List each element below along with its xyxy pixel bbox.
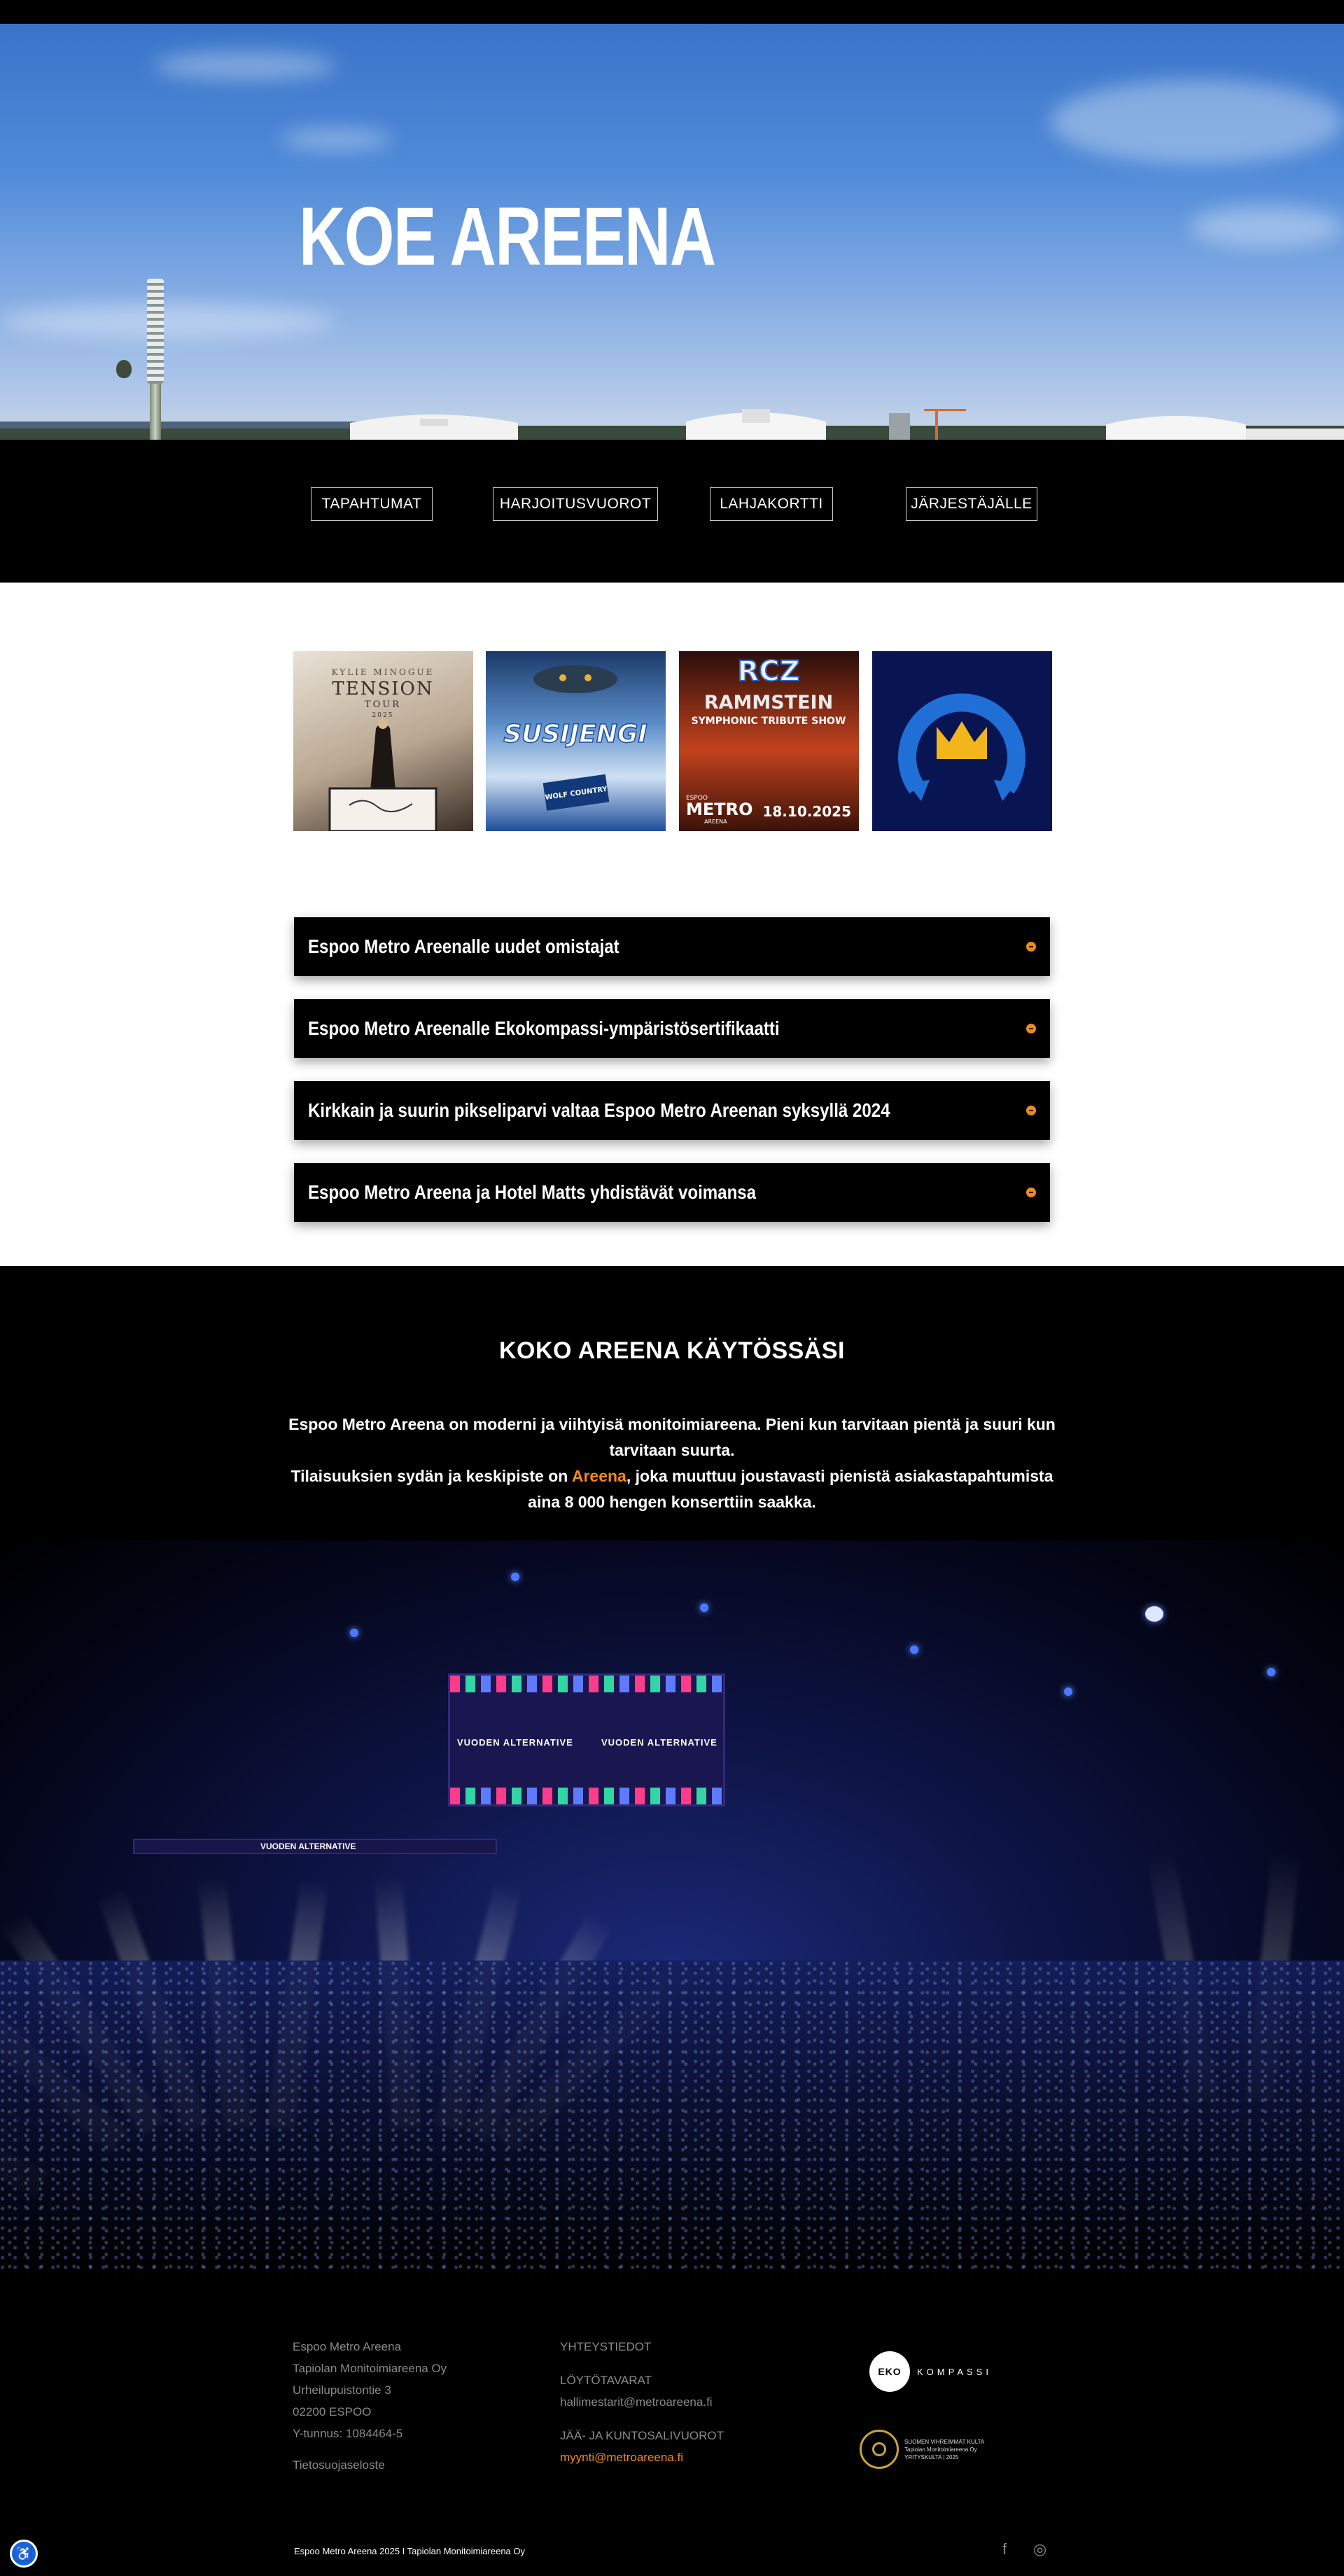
footer-address-line: Tapiolan Monitoimiareena Oy xyxy=(293,2362,447,2375)
stage-lamp xyxy=(1064,1687,1072,1696)
cloud xyxy=(1190,206,1344,248)
screen-label-right: VUODEN ALTERNATIVE xyxy=(601,1737,718,1748)
ice-heading: JÄÄ- JA KUNTOSALIVUOROT xyxy=(560,2429,724,2442)
gold-line: SUOMEN VIHREIMMÄT KULTA xyxy=(904,2438,985,2445)
cloud xyxy=(280,129,392,150)
expand-icon[interactable] xyxy=(1026,1024,1036,1033)
nav-button-jarjestajalle[interactable]: JÄRJESTÄJÄLLE xyxy=(906,487,1037,521)
instagram-icon[interactable]: ◎ xyxy=(1033,2540,1046,2558)
info-line-1: Espoo Metro Areena on moderni ja viihtyi… xyxy=(288,1415,1056,1459)
rammstein-poster-venue-sub2: AREENA xyxy=(704,819,727,825)
footer-address-line: Urheilupuistontie 3 xyxy=(293,2383,391,2397)
cloud xyxy=(1050,80,1344,164)
stage-lamp xyxy=(1267,1668,1275,1676)
nav-band xyxy=(0,440,1344,583)
info-text: Espoo Metro Areena on moderni ja viihtyi… xyxy=(280,1412,1064,1515)
hero-title: KOE AREENA xyxy=(299,190,716,283)
news-accordion-item[interactable]: Espoo Metro Areenalle uudet omistajat xyxy=(294,917,1050,976)
kylie-poster-sub: TOUR xyxy=(365,699,401,710)
cloud xyxy=(0,304,336,339)
susijengi-poster-icon: SUSIJENGI WOLF COUNTRY xyxy=(503,665,648,811)
rammstein-poster-name: RAMMSTEIN xyxy=(704,692,833,713)
stage-lamp xyxy=(700,1603,708,1612)
event-tile-metro-areena[interactable] xyxy=(872,651,1052,831)
green-gold-badge: SUOMEN VIHREIMMÄT KULTA Tapiolan Monitoi… xyxy=(860,2430,995,2469)
expand-icon[interactable] xyxy=(1026,1188,1036,1197)
sales-email-link[interactable]: myynti@metroareena.fi xyxy=(560,2446,724,2468)
footer-address-line: 02200 ESPOO xyxy=(293,2405,372,2418)
jumbotron: VUODEN ALTERNATIVE VUODEN ALTERNATIVE xyxy=(448,1673,725,1806)
news-accordion-item[interactable]: Kirkkain ja suurin pikseliparvi valtaa E… xyxy=(294,1081,1050,1140)
kylie-poster-name: TENSION xyxy=(332,678,433,699)
footer-address-line: Y-tunnus: 1084464-5 xyxy=(293,2427,403,2440)
gold-line: Tapiolan Monitoimiareena Oy xyxy=(904,2446,977,2453)
gold-badge-text: SUOMEN VIHREIMMÄT KULTA Tapiolan Monitoi… xyxy=(904,2438,995,2461)
contact-heading[interactable]: YHTEYSTIEDOT xyxy=(560,2336,724,2358)
lost-heading: LÖYTÖTAVARAT xyxy=(560,2374,652,2387)
areena-link[interactable]: Areena xyxy=(572,1467,626,1485)
news-accordion-item[interactable]: Espoo Metro Areena ja Hotel Matts yhdist… xyxy=(294,1163,1050,1222)
kylie-poster-top: KYLIE MINOGUE xyxy=(332,667,435,677)
expand-icon[interactable] xyxy=(1026,942,1036,952)
crown-logo-icon xyxy=(898,693,1026,801)
cloud xyxy=(154,52,336,80)
susijengi-poster-name: SUSIJENGI xyxy=(503,720,648,749)
city-skyline xyxy=(0,409,1344,440)
news-title: Espoo Metro Areenalle uudet omistajat xyxy=(308,935,620,957)
stage-banner: VUODEN ALTERNATIVE xyxy=(133,1839,497,1854)
footer-address-line: Espoo Metro Areena xyxy=(293,2340,401,2353)
screen-strip xyxy=(450,1676,723,1692)
stage-lamp xyxy=(1145,1606,1163,1622)
stage-lamp xyxy=(910,1645,918,1654)
event-tile-rammstein[interactable]: RCZ RAMMSTEIN SYMPHONIC TRIBUTE SHOW ESP… xyxy=(679,651,859,831)
stage-lamp xyxy=(511,1573,519,1581)
screen-strip xyxy=(450,1788,723,1804)
footer-address: Espoo Metro Areena Tapiolan Monitoimiare… xyxy=(293,2336,447,2476)
lost-email-link[interactable]: hallimestarit@metroareena.fi xyxy=(560,2391,724,2413)
nav-button-tapahtumat[interactable]: TAPAHTUMAT xyxy=(311,487,433,521)
hot-air-balloon xyxy=(116,360,132,378)
event-tile-kylie[interactable]: KYLIE MINOGUE TENSION TOUR 2025 xyxy=(293,651,473,831)
kylie-poster-year: 2025 xyxy=(372,712,394,719)
eko-word: KOMPASSI xyxy=(917,2366,992,2377)
stage-lamp xyxy=(350,1629,358,1637)
news-accordion-item[interactable]: Espoo Metro Areenalle Ekokompassi-ympäri… xyxy=(294,999,1050,1058)
rammstein-poster-venue: METRO xyxy=(686,800,753,819)
rammstein-poster-date: 18.10.2025 xyxy=(762,803,851,820)
accessibility-icon[interactable]: ♿ xyxy=(10,2540,38,2568)
nav-button-harjoitusvuorot[interactable]: HARJOITUSVUOROT xyxy=(493,487,658,521)
news-title: Espoo Metro Areena ja Hotel Matts yhdist… xyxy=(308,1181,757,1203)
eko-circle: EKO xyxy=(869,2351,910,2392)
ekokompassi-logo: EKO KOMPASSI xyxy=(869,2351,992,2392)
event-tile-susijengi[interactable]: SUSIJENGI WOLF COUNTRY xyxy=(486,651,666,831)
rammstein-poster-top: RCZ xyxy=(737,655,799,688)
news-title: Espoo Metro Areenalle Ekokompassi-ympäri… xyxy=(308,1017,780,1039)
copyright: Espoo Metro Areena 2025 I Tapiolan Monit… xyxy=(294,2546,526,2556)
rammstein-poster-sub: SYMPHONIC TRIBUTE SHOW xyxy=(692,716,846,727)
news-title: Kirkkain ja suurin pikseliparvi valtaa E… xyxy=(308,1099,890,1121)
footer-contacts: YHTEYSTIEDOT LÖYTÖTAVARAT hallimestarit@… xyxy=(560,2336,724,2468)
rammstein-poster-icon: RCZ RAMMSTEIN SYMPHONIC TRIBUTE SHOW ESP… xyxy=(686,655,851,825)
kylie-poster-icon: KYLIE MINOGUE TENSION TOUR 2025 xyxy=(328,667,438,831)
tower-top xyxy=(147,279,164,384)
info-line-2-pre: Tilaisuuksien sydän ja keskipiste on xyxy=(290,1467,572,1485)
facebook-icon[interactable]: f xyxy=(1002,2540,1007,2558)
screen-label-left: VUODEN ALTERNATIVE xyxy=(457,1737,573,1748)
nav-button-lahjakortti[interactable]: LAHJAKORTTI xyxy=(710,487,833,521)
info-heading: KOKO AREENA KÄYTÖSSÄSI xyxy=(499,1337,845,1364)
audience xyxy=(0,1961,1344,2276)
hero-banner: KOE AREENA xyxy=(0,24,1344,440)
privacy-link[interactable]: Tietosuojaseloste xyxy=(293,2454,447,2476)
expand-icon[interactable] xyxy=(1026,1106,1036,1115)
gold-medal-icon xyxy=(860,2430,899,2469)
gold-line: YRITYSKULTA | 2025 xyxy=(904,2453,959,2460)
top-bar xyxy=(0,0,1344,24)
